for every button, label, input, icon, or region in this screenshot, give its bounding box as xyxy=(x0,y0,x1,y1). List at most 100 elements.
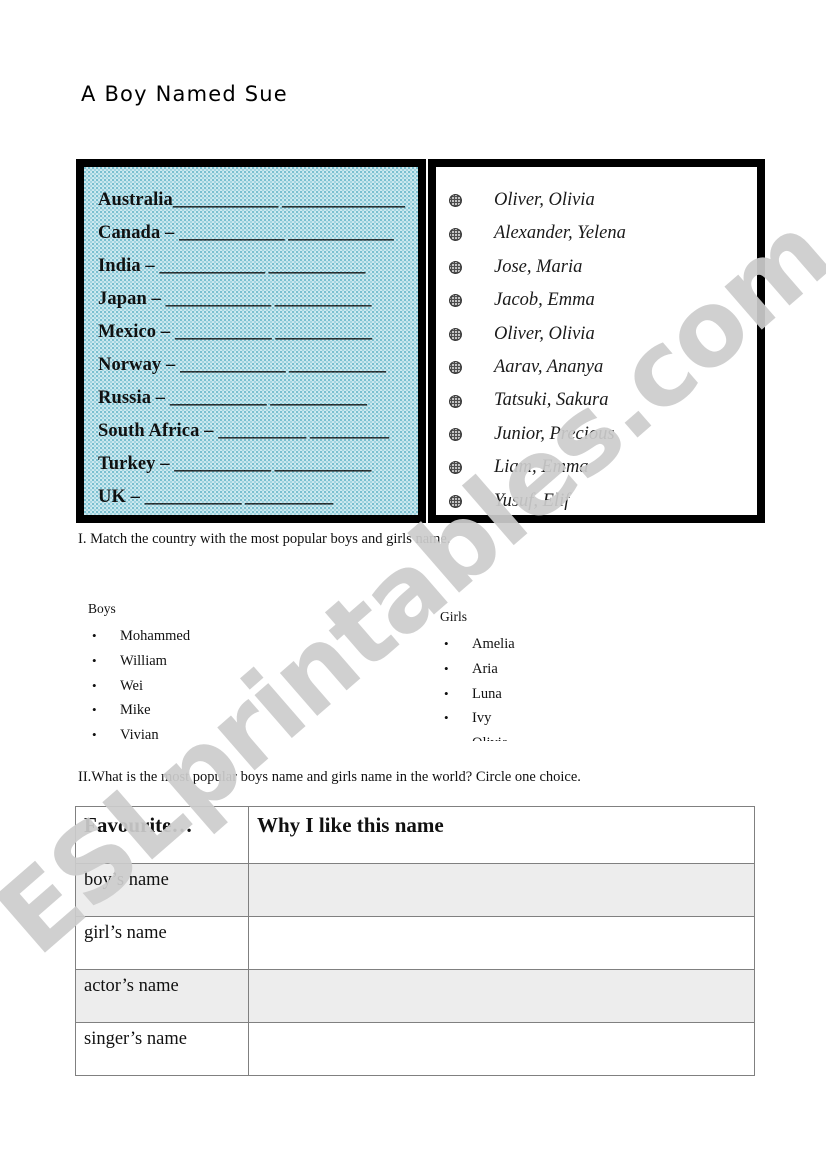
boys-list-item[interactable]: Mohammed xyxy=(88,624,388,649)
name-row: Jacob, Emma xyxy=(436,284,757,317)
name-pair-label: Oliver, Olivia xyxy=(494,190,595,210)
name-row: Liam, Emma xyxy=(436,451,757,484)
name-pair-label: Alexander, Yelena xyxy=(494,223,626,244)
boys-list-item[interactable]: Vivian xyxy=(88,723,388,739)
bullet-icon xyxy=(449,294,462,308)
countries-box: Australia____________ ______________ Cana… xyxy=(76,159,426,523)
country-row: Australia____________ ______________ xyxy=(98,184,418,217)
bullet-icon xyxy=(449,327,462,341)
girls-list-item[interactable]: Aria xyxy=(440,657,740,682)
bullet-icon xyxy=(449,194,462,208)
boys-list-heading: Boys xyxy=(88,601,116,616)
table-row-label: singer’s name xyxy=(75,1022,249,1076)
country-label: Russia – xyxy=(98,388,170,408)
table-header-cell: Why I like this name xyxy=(248,806,755,864)
name-row: Jose, Maria xyxy=(436,251,757,284)
country-row: Canada – ____________ ____________ xyxy=(98,217,418,250)
bullet-icon xyxy=(449,394,462,408)
name-pair-label: Liam, Emma xyxy=(494,457,589,478)
girls-list-items: AmeliaAriaLunaIvyOlivia xyxy=(440,632,740,741)
name-pair-label: Jacob, Emma xyxy=(494,290,595,311)
bullet-icon xyxy=(449,427,462,441)
country-row: Norway – ____________ ___________ xyxy=(98,349,418,382)
table-row-label: actor’s name xyxy=(75,969,249,1023)
country-label: Norway – xyxy=(98,355,181,375)
name-pair-label: Oliver, Olivia xyxy=(494,323,595,344)
name-pair-label: Tatsuki, Sakura xyxy=(494,390,609,411)
country-label: Mexico – xyxy=(98,322,175,342)
name-row: Oliver, Olivia xyxy=(436,184,757,217)
boys-list-item[interactable]: Mike xyxy=(88,698,388,723)
table-header-row: Favourite… Why I like this name xyxy=(75,806,755,864)
girls-list-heading: Girls xyxy=(440,609,467,624)
table-row: actor’s name xyxy=(75,969,755,1023)
favourite-table: Favourite… Why I like this name boy’s name… xyxy=(75,806,755,1076)
country-label: Australia xyxy=(98,190,173,210)
table-answer-cell[interactable] xyxy=(248,916,755,970)
answer-blank[interactable]: ___________ ___________ xyxy=(174,454,371,474)
name-row: Alexander, Yelena xyxy=(436,217,757,250)
boys-list-item[interactable]: Wei xyxy=(88,674,388,699)
countries-list: Australia____________ ______________ Cana… xyxy=(84,167,418,514)
table-row-label: boy’s name xyxy=(75,863,249,917)
girls-list: Girls AmeliaAriaLunaIvyOlivia xyxy=(440,609,740,741)
name-pair-label: Junior, Precious xyxy=(494,423,615,444)
name-pair-label: Yusuf, Elif xyxy=(494,490,570,511)
bullet-icon xyxy=(449,361,462,375)
country-row: UK – ___________ __________ xyxy=(98,481,418,514)
bullet-icon xyxy=(449,461,462,475)
table-row: singer’s name xyxy=(75,1022,755,1076)
names-list: Oliver, Olivia Alexander, Yelena Jose, Mar… xyxy=(436,167,757,518)
answer-blank[interactable]: ___________ ___________ xyxy=(175,322,372,342)
country-row: Japan – ____________ ___________ xyxy=(98,283,418,316)
table-row: girl’s name xyxy=(75,916,755,970)
name-pair-label: Aarav, Ananya xyxy=(494,356,604,377)
girls-list-item[interactable]: Luna xyxy=(440,682,740,707)
name-row: Aarav, Ananya xyxy=(436,351,757,384)
country-row: Mexico – ___________ ___________ xyxy=(98,316,418,349)
answer-blank[interactable]: ____________ ______________ xyxy=(173,190,405,210)
answer-blank[interactable]: ___________ __________ xyxy=(145,487,333,507)
names-box: Oliver, Olivia Alexander, Yelena Jose, Mar… xyxy=(428,159,765,523)
table-answer-cell[interactable] xyxy=(248,863,755,917)
answer-blank[interactable]: ____________ ____________ xyxy=(179,223,394,243)
country-label: Turkey – xyxy=(98,454,175,474)
girls-list-item[interactable]: Ivy xyxy=(440,706,740,731)
country-row: India – ____________ ___________ xyxy=(98,250,418,283)
country-label: Canada – xyxy=(98,223,180,243)
country-label: South Africa – xyxy=(98,421,219,441)
country-label: India – xyxy=(98,256,160,276)
worksheet-page: A Boy Named Sue Australia____________ __… xyxy=(0,0,826,1169)
table-row: boy’s name xyxy=(75,863,755,917)
table-answer-cell[interactable] xyxy=(248,969,755,1023)
girls-list-item[interactable]: Amelia xyxy=(440,632,740,657)
table-row-label: girl’s name xyxy=(75,916,249,970)
name-row: Junior, Precious xyxy=(436,418,757,451)
name-row: Oliver, Olivia xyxy=(436,318,757,351)
country-label: UK – xyxy=(98,487,145,507)
boys-list-items: MohammedWilliamWeiMikeVivian xyxy=(88,624,388,739)
name-row: Tatsuki, Sakura xyxy=(436,384,757,417)
answer-blank[interactable]: __________ _________ xyxy=(218,421,389,441)
page-title: A Boy Named Sue xyxy=(81,82,288,106)
answer-blank[interactable]: ____________ ___________ xyxy=(166,289,372,309)
answer-blank[interactable]: ____________ ___________ xyxy=(159,256,365,276)
answer-blank[interactable]: ____________ ___________ xyxy=(180,355,386,375)
table-header-cell: Favourite… xyxy=(75,806,249,864)
name-pair-label: Jose, Maria xyxy=(494,256,583,277)
country-label: Japan – xyxy=(98,289,166,309)
bullet-icon xyxy=(449,260,462,274)
country-row: Turkey – ___________ ___________ xyxy=(98,448,418,481)
boys-list-item[interactable]: William xyxy=(88,649,388,674)
table-answer-cell[interactable] xyxy=(248,1022,755,1076)
girls-list-item[interactable]: Olivia xyxy=(440,731,740,741)
country-row: Russia – ___________ ___________ xyxy=(98,382,418,415)
instruction-one: I. Match the country with the most popul… xyxy=(78,531,451,547)
bullet-icon xyxy=(449,227,462,241)
answer-blank[interactable]: ___________ ___________ xyxy=(170,388,367,408)
country-row: South Africa – __________ _________ xyxy=(98,415,418,448)
instruction-two: II.What is the most popular boys name an… xyxy=(78,769,581,785)
boys-list: Boys MohammedWilliamWeiMikeVivian xyxy=(88,601,388,739)
name-row: Yusuf, Elif xyxy=(436,485,757,518)
bullet-icon xyxy=(449,494,462,508)
